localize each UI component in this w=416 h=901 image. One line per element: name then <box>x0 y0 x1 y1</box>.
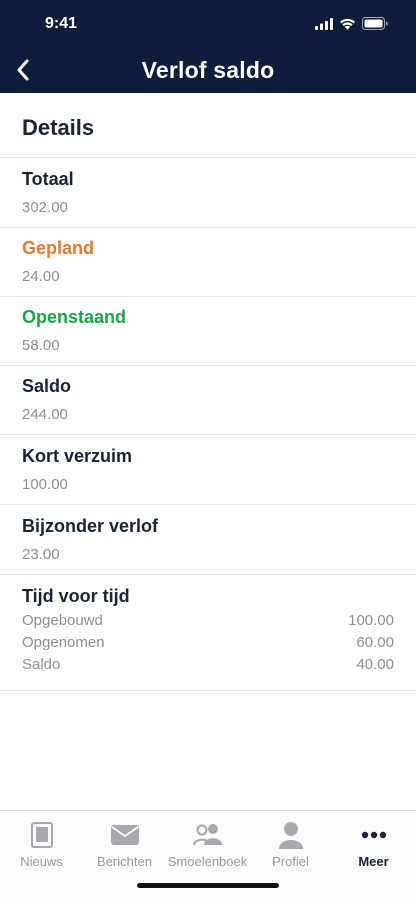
row-label: Openstaand <box>22 307 127 327</box>
status-icons <box>315 17 388 30</box>
app-header: 9:41 Verlof saldo <box>0 0 416 93</box>
envelope-icon <box>110 825 139 845</box>
details-header: Details <box>0 93 416 158</box>
row-label: Totaal <box>22 169 74 189</box>
tab-nieuws[interactable]: Nieuws <box>0 817 83 872</box>
row-saldo: Saldo 244.00 <box>0 365 416 435</box>
tab-label: Berichten <box>97 854 152 869</box>
row-bijzonder-verlof: Bijzonder verlof 23.00 <box>0 505 416 575</box>
row-label: Saldo <box>22 376 72 396</box>
tvt-item-saldo: Saldo 40.00 <box>22 656 394 676</box>
row-value: 244.00 <box>22 406 68 423</box>
status-time: 9:41 <box>45 15 78 32</box>
row-tijd-voor-tijd: Tijd voor tijd Opgebouwd 100.00 Opgenome… <box>0 575 416 691</box>
signal-icon <box>315 17 333 30</box>
tvt-item-value: 60.00 <box>356 634 394 651</box>
tvt-item-key: Saldo <box>22 656 61 673</box>
tab-label: Nieuws <box>20 854 63 869</box>
row-gepland: Gepland 24.00 <box>0 227 416 297</box>
tvt-item-opgebouwd: Opgebouwd 100.00 <box>22 612 394 632</box>
battery-icon <box>362 17 388 30</box>
home-indicator[interactable] <box>137 883 279 888</box>
row-totaal: Totaal 302.00 <box>0 158 416 228</box>
tab-meer[interactable]: Meer <box>332 817 415 872</box>
row-value: 302.00 <box>22 199 68 216</box>
tvt-item-key: Opgebouwd <box>22 612 103 629</box>
wifi-icon <box>340 18 355 30</box>
tvt-item-opgenomen: Opgenomen 60.00 <box>22 634 394 654</box>
page-title: Verlof saldo <box>141 57 275 83</box>
tvt-item-value: 40.00 <box>356 656 394 673</box>
tab-profiel[interactable]: Profiel <box>249 817 332 872</box>
tab-label: Smoelenboek <box>167 854 248 869</box>
tab-smoelenboek[interactable]: Smoelenboek <box>166 817 249 872</box>
row-label: Gepland <box>22 238 95 258</box>
tvt-item-key: Opgenomen <box>22 634 105 651</box>
tvt-item-value: 100.00 <box>348 612 394 629</box>
row-value: 58.00 <box>22 337 60 354</box>
tab-label: Profiel <box>272 854 309 869</box>
row-value: 100.00 <box>22 476 68 493</box>
row-kort-verzuim: Kort verzuim 100.00 <box>0 435 416 505</box>
person-icon <box>278 822 303 849</box>
row-value: 24.00 <box>22 268 60 285</box>
more-dots-icon <box>361 831 386 839</box>
row-value: 23.00 <box>22 546 60 563</box>
people-icon <box>192 824 222 846</box>
row-label: Bijzonder verlof <box>22 516 159 536</box>
tab-label: Meer <box>358 854 389 869</box>
details-title: Details <box>22 115 95 140</box>
row-label: Tijd voor tijd <box>22 586 130 606</box>
row-openstaand: Openstaand 58.00 <box>0 296 416 366</box>
row-label: Kort verzuim <box>22 446 133 466</box>
newspaper-icon <box>30 822 53 848</box>
tab-berichten[interactable]: Berichten <box>83 817 166 872</box>
